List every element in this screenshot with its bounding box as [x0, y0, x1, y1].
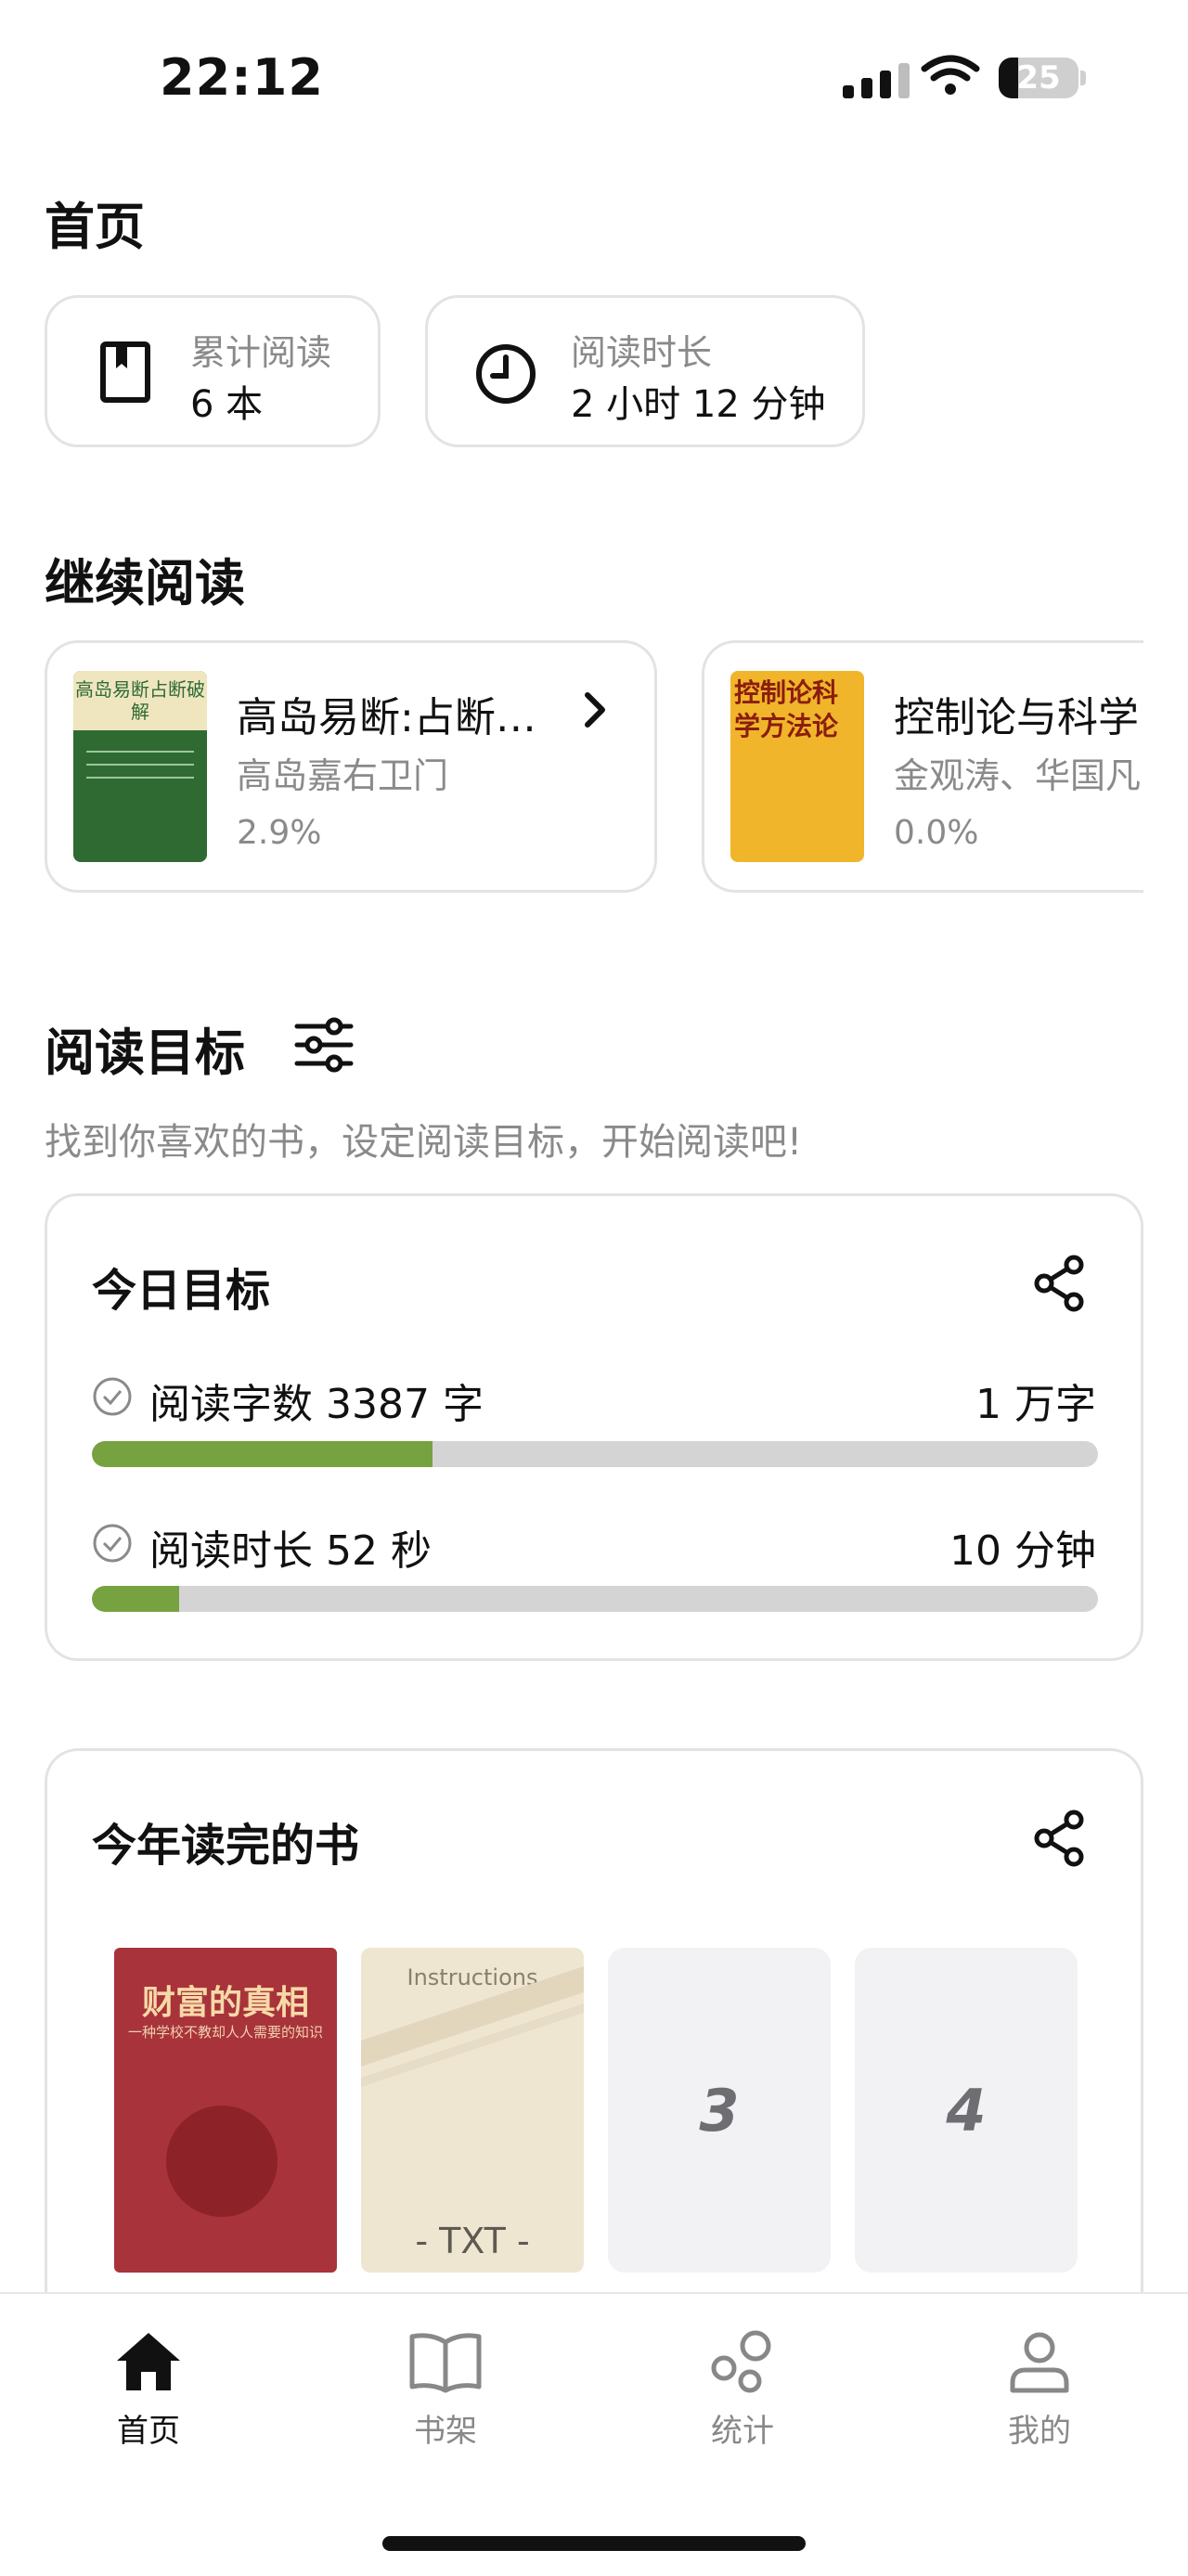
book-author: 高岛嘉右卫门 [237, 755, 449, 796]
battery-icon: 25 [999, 58, 1078, 98]
open-book-icon [353, 2329, 538, 2398]
goal-words-target: 1 万字 [975, 1381, 1096, 1428]
tab-label: 我的 [1008, 2413, 1071, 2450]
bookmark-book-icon [99, 341, 151, 407]
goal-time-target: 10 分钟 [949, 1527, 1096, 1575]
book-cover-title: 高岛易断占断破解 [73, 671, 207, 730]
today-goal-title: 今日目标 [92, 1265, 271, 1317]
tab-bar: 首页 书架 统计 我的 [0, 2292, 1188, 2576]
goals-hint: 找到你喜欢的书，设定阅读目标，开始阅读吧! [45, 1121, 803, 1164]
tab-bookshelf[interactable]: 书架 [353, 2329, 538, 2451]
stat-value: 2 小时 12 分钟 [571, 383, 826, 426]
tab-profile[interactable]: 我的 [947, 2329, 1132, 2451]
share-icon[interactable] [1029, 1254, 1089, 1317]
finished-book-cover[interactable]: Instructions - TXT - [361, 1948, 584, 2273]
goal-time-progress [92, 1586, 1098, 1612]
clock-icon [474, 342, 537, 409]
status-time: 22:12 [160, 48, 324, 107]
book-cover-title: 控制论科学方法论 [734, 677, 839, 741]
empty-book-slot: 3 [608, 1948, 831, 2273]
cover-title: 财富的真相 [141, 1984, 309, 2022]
tab-home[interactable]: 首页 [56, 2329, 241, 2451]
reading-goals-heading: 阅读目标 [45, 1024, 245, 1082]
finished-books-card: 今年读完的书 财富的真相 一种学校不教却人人需要的知识 Instructions… [45, 1748, 1143, 2342]
battery-cap [1080, 71, 1086, 85]
stat-label: 累计阅读 [190, 332, 332, 373]
tab-label: 统计 [711, 2413, 774, 2450]
book-cover: 控制论科学方法论 [730, 671, 864, 862]
tab-label: 首页 [117, 2413, 180, 2450]
total-read-card[interactable]: 累计阅读 6 本 [45, 295, 381, 447]
empty-book-slot: 4 [855, 1948, 1078, 2273]
book-cover: 高岛易断占断破解 [73, 671, 207, 862]
home-indicator [382, 2536, 806, 2551]
share-icon[interactable] [1029, 1809, 1089, 1872]
continue-book-card[interactable]: 高岛易断占断破解 高岛易断:占断… 高岛嘉右卫门 2.9% [45, 640, 657, 893]
today-goal-card: 今日目标 阅读字数 3387 字 1 万字 阅读时长 52 秒 10 分钟 [45, 1193, 1143, 1661]
book-title: 控制论与科学 [894, 694, 1139, 741]
book-progress: 0.0% [894, 814, 979, 852]
finished-title: 今年读完的书 [92, 1820, 360, 1872]
chevron-right-icon[interactable] [580, 689, 610, 734]
sliders-settings-icon[interactable] [293, 1017, 355, 1076]
check-circle-icon [92, 1523, 133, 1567]
goal-words-progress [92, 1441, 1098, 1467]
tab-label: 书架 [414, 2413, 477, 2450]
page-title: 首页 [45, 198, 145, 256]
stat-label: 阅读时长 [571, 332, 713, 373]
reading-time-card[interactable]: 阅读时长 2 小时 12 分钟 [425, 295, 865, 447]
progress-fill [92, 1441, 433, 1467]
user-icon [947, 2329, 1132, 2398]
continue-book-card[interactable]: 控制论科学方法论 控制论与科学 金观涛、华国凡 0.0% [702, 640, 1143, 893]
stat-value: 6 本 [190, 383, 264, 426]
book-author: 金观涛、华国凡 [894, 755, 1142, 796]
tab-stats[interactable]: 统计 [650, 2329, 835, 2451]
wifi-icon [921, 54, 980, 102]
book-title: 高岛易断:占断… [237, 694, 536, 741]
cover-subtitle: 一种学校不教却人人需要的知识 [127, 2024, 323, 2041]
check-circle-icon [92, 1376, 133, 1421]
home-icon [56, 2329, 241, 2398]
stats-bubbles-icon [650, 2329, 835, 2398]
continue-reading-heading: 继续阅读 [45, 554, 245, 612]
cover-subtitle: - TXT - [415, 2221, 530, 2261]
cellular-signal-icon [843, 61, 910, 98]
goal-words-label: 阅读字数 3387 字 [149, 1381, 484, 1428]
goal-time-label: 阅读时长 52 秒 [149, 1527, 432, 1575]
battery-level: 25 [1016, 59, 1061, 97]
book-progress: 2.9% [237, 814, 322, 852]
finished-book-cover[interactable]: 财富的真相 一种学校不教却人人需要的知识 [114, 1948, 337, 2273]
progress-fill [92, 1586, 180, 1612]
